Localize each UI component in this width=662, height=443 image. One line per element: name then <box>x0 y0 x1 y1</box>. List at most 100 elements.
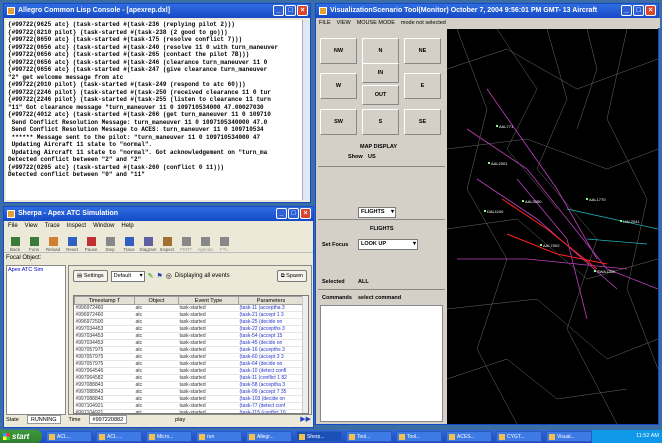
minimize-button[interactable]: _ <box>276 208 287 219</box>
table-row[interactable]: #997057975 atc task-started (task-60 (accep… <box>74 353 304 361</box>
table-scrollbar[interactable] <box>302 296 308 413</box>
play-icon[interactable]: ▶▶ <box>300 415 311 425</box>
parameters-cell[interactable]: (task-22 (accepths 3 <box>238 325 304 333</box>
spawn-button[interactable]: ⧉ Spawn <box>276 270 307 282</box>
pan-n-button[interactable]: N <box>362 38 399 64</box>
tool-trace-button[interactable]: Trace <box>120 232 138 252</box>
menu-trace[interactable]: Trace <box>45 221 60 231</box>
aircraft-marker[interactable] <box>594 270 596 272</box>
zoom-out-button[interactable]: OUT <box>362 85 399 105</box>
table-row[interactable]: #997057975 atc task-started (task-64 (decid… <box>74 360 304 368</box>
aircraft-label[interactable]: DAL1100 <box>487 209 503 214</box>
aircraft-marker[interactable] <box>522 200 524 202</box>
table-row[interactable]: #997088843 atc task-started (task-58 (accep… <box>74 381 304 389</box>
pan-e-button[interactable]: E <box>404 73 441 99</box>
pan-nw-button[interactable]: NW <box>320 38 357 64</box>
close-button[interactable]: × <box>645 5 656 16</box>
start-button[interactable]: start <box>0 430 42 443</box>
parameters-cell[interactable]: (task-21 (accept 1 3 <box>238 311 304 319</box>
taskbar-item[interactable]: run <box>196 431 242 442</box>
flights-select[interactable]: FLIGHTS <box>358 207 396 218</box>
taskbar-item[interactable]: ACL... <box>46 431 92 442</box>
filter-icon[interactable]: ⚑ <box>156 272 162 280</box>
minimize-button[interactable]: _ <box>621 5 632 16</box>
parameters-cell[interactable]: (task-64 (decide on <box>238 360 304 368</box>
parameters-cell[interactable]: (task-54 (accept 15 <box>238 332 304 340</box>
console-scrollbar[interactable] <box>302 20 309 200</box>
table-row[interactable]: #997088843 atc task-started (task-103 (deci… <box>74 395 304 403</box>
selected-value[interactable]: ALL <box>358 279 369 285</box>
aircraft-marker[interactable] <box>540 244 542 246</box>
aircraft-marker[interactable] <box>496 125 498 127</box>
viz-menu-item[interactable]: MOUSE MODE <box>357 18 395 28</box>
zoom-in-button[interactable]: IN <box>362 63 399 83</box>
command-list[interactable] <box>320 305 443 422</box>
taskbar-item[interactable]: Sherp... <box>296 431 342 442</box>
aircraft-marker[interactable] <box>488 162 490 164</box>
pan-ne-button[interactable]: NE <box>404 38 441 64</box>
table-row[interactable]: #997057975 atc task-started (task-16 (accep… <box>74 346 304 354</box>
close-button[interactable]: × <box>297 5 308 16</box>
aircraft-label[interactable]: AAL2001 <box>491 161 507 166</box>
aircraft-marker[interactable] <box>620 220 622 222</box>
table-row[interactable]: #997064546 atc task-started (task-10 (detec… <box>74 367 304 375</box>
tool-diagram-button[interactable]: Diagram <box>139 232 157 252</box>
tool-agenda-button[interactable]: Agenda <box>196 232 214 252</box>
parameters-cell[interactable]: (task-10 (detect confl <box>238 367 304 375</box>
binoculars-icon[interactable]: ◎ <box>166 272 172 280</box>
taskbar-item[interactable]: Visual... <box>546 431 592 442</box>
menu-help[interactable]: Help <box>121 221 133 231</box>
parameters-cell[interactable]: (task-45 (decide on <box>238 339 304 347</box>
parameters-cell[interactable]: (task-25 (decide on <box>238 318 304 326</box>
taskbar-item[interactable]: Micro... <box>146 431 192 442</box>
aircraft-label[interactable]: UAL2041 <box>623 219 640 224</box>
viz-menu-item[interactable]: FILE <box>319 18 331 28</box>
table-row[interactable]: #997034453 atc task-started (task-22 (accep… <box>74 325 304 333</box>
taskbar-item[interactable]: Tool... <box>396 431 442 442</box>
parameters-cell[interactable]: (task-115 (conflict 10 <box>238 409 304 413</box>
menu-window[interactable]: Window <box>93 221 114 231</box>
column-header[interactable]: Event Type <box>178 296 239 305</box>
pan-w-button[interactable]: W <box>320 73 357 99</box>
parameters-cell[interactable]: (task-103 (decide on <box>238 395 304 403</box>
table-row[interactable]: #997064582 atc task-started (task-11 (confl… <box>74 374 304 382</box>
table-row[interactable]: #997034453 atc task-started (task-45 (decid… <box>74 339 304 347</box>
column-header[interactable]: Timestamp T <box>74 296 135 305</box>
aircraft-label[interactable]: AAL7002 <box>543 243 559 248</box>
taskbar-item[interactable]: Tool... <box>346 431 392 442</box>
console-output[interactable]: {#99722(9625 atc} (task-started #(task-2… <box>6 20 302 200</box>
menu-file[interactable]: File <box>8 221 18 231</box>
table-row[interactable]: #997104921 atc task-started (task-77 (detec… <box>74 402 304 410</box>
parameters-cell[interactable]: (task-58 (acceptha 3 <box>238 381 304 389</box>
sherpa-title-bar[interactable]: Sherpa - Apex ATC Simulation _ □ × <box>4 207 313 221</box>
aircraft-label[interactable]: AAL771 <box>499 124 513 129</box>
aircraft-label[interactable]: AAL1770 <box>589 197 605 202</box>
table-row[interactable]: #997088843 atc task-started (task-99 (accep… <box>74 388 304 396</box>
viz-title-bar[interactable]: VisualizationScenario Tool(Monitor) Octo… <box>316 4 658 18</box>
tool-back-button[interactable]: Back <box>6 232 24 252</box>
system-tray[interactable]: 11:52 AM <box>592 430 662 443</box>
maximize-button[interactable]: □ <box>285 5 296 16</box>
parameters-cell[interactable]: (task-99 (accept 7 35 <box>238 388 304 396</box>
filter-select[interactable]: Default <box>110 270 145 282</box>
show-value[interactable]: US <box>368 154 376 160</box>
pencil-icon[interactable]: ✎ <box>148 272 154 280</box>
table-row[interactable]: #997104921 atc task-started (task-115 (conf… <box>74 409 304 413</box>
aircraft-marker[interactable] <box>484 210 486 212</box>
events-table[interactable]: Timestamp T Object Event Type Parameters #9… <box>73 295 309 414</box>
console-title-bar[interactable]: Allegro Common Lisp Console - [apexrep.d… <box>4 4 310 18</box>
tool-pause-button[interactable]: Pause <box>82 232 100 252</box>
table-row[interactable]: #996972460 atc task-started (task-11 (accep… <box>74 304 304 312</box>
tree-item-apex[interactable]: Apex ATC Sim <box>8 267 43 273</box>
tool-ftl-button[interactable]: FTL <box>215 232 233 252</box>
close-button[interactable]: × <box>300 208 311 219</box>
maximize-button[interactable]: □ <box>288 208 299 219</box>
parameters-cell[interactable]: (task-11 (conflict 1 82 <box>238 374 304 382</box>
parameters-cell[interactable]: (task-77 (detect conf <box>238 402 304 410</box>
column-header[interactable]: Parameters <box>238 296 304 305</box>
settings-button[interactable]: ▤ Settings <box>73 270 108 282</box>
table-row[interactable]: #996972500 atc task-started (task-25 (decid… <box>74 318 304 326</box>
aircraft-label[interactable]: SWA1250 <box>597 269 615 274</box>
parameters-cell[interactable]: (task-60 (accept 3 3 <box>238 353 304 361</box>
taskbar-item[interactable]: ACES... <box>446 431 492 442</box>
